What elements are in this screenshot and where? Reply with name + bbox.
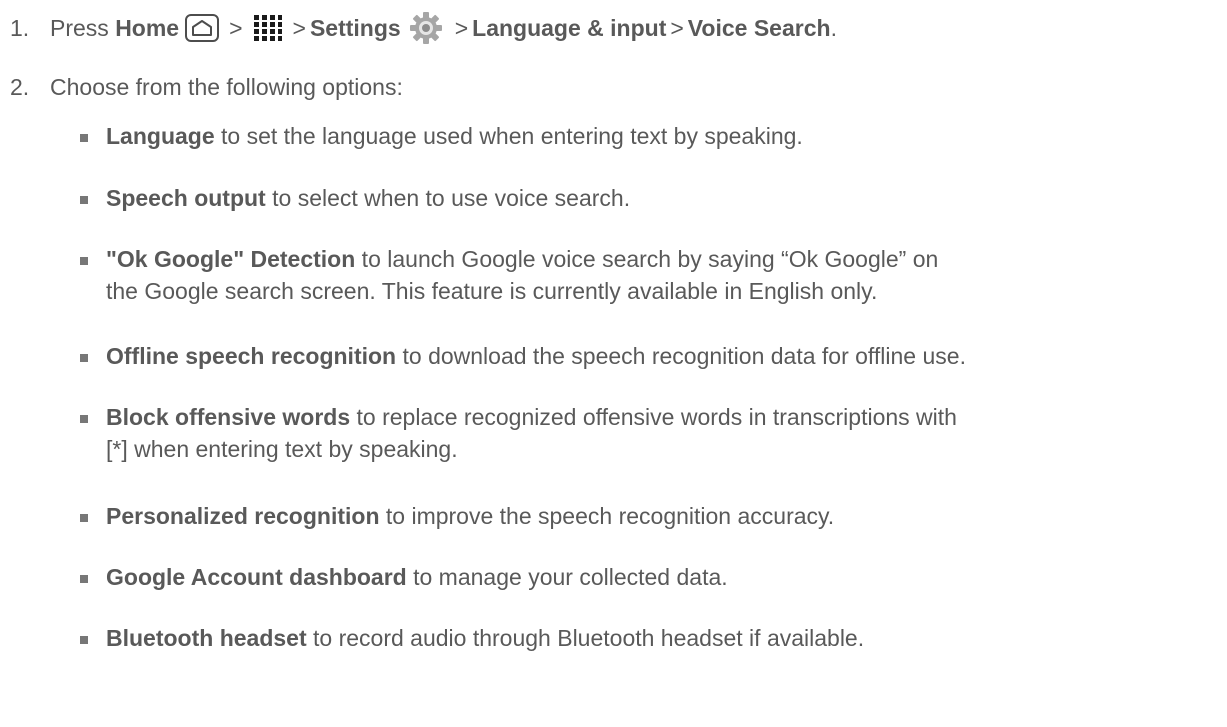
option-title: Personalized recognition [106, 503, 380, 529]
option-desc: to set the language used when entering t… [214, 123, 803, 149]
option-title: Bluetooth headset [106, 625, 307, 651]
apps-icon [253, 14, 283, 42]
option-desc: to select when to use voice search. [265, 185, 631, 211]
option-title: Google Account dashboard [106, 564, 407, 590]
option-title: "Ok Google" Detection [106, 246, 356, 272]
list-item: Google Account dashboard to manage your … [106, 561, 1216, 593]
separator: > [292, 15, 306, 41]
option-desc: to improve the speech recognition accura… [379, 503, 835, 529]
option-desc: to manage your collected data. [406, 564, 728, 590]
step-text-press: Press [50, 15, 109, 41]
list-item: "Ok Google" Detection to launch Google v… [106, 243, 1216, 307]
bullet-icon [80, 415, 88, 423]
option-desc: to record audio through Bluetooth headse… [306, 625, 865, 651]
list-item: Speech output to select when to use voic… [106, 182, 1216, 214]
step-2: 2. Choose from the following options: [0, 73, 403, 101]
option-title: Block offensive words [106, 404, 351, 430]
list-item: Personalized recognition to improve the … [106, 500, 1216, 532]
list-item: Offline speech recognition to download t… [106, 340, 1216, 372]
separator: > [229, 15, 243, 41]
separator: > [454, 15, 469, 41]
option-desc: to download the speech recognition data … [396, 343, 966, 369]
option-desc-cont: [*] when entering text by speaking. [106, 436, 458, 462]
voice-search-label: Voice Search [687, 15, 831, 41]
bullet-icon [80, 134, 88, 142]
list-item: Block offensive words to replace recogni… [106, 401, 1216, 465]
step-period: . [830, 15, 837, 41]
language-input-label: Language & input [472, 15, 667, 41]
settings-label: Settings [309, 15, 401, 41]
bullet-icon [80, 514, 88, 522]
option-desc: to replace recognized offensive words in… [350, 404, 957, 430]
document-page: 1. Press Home > > Settings > Language & … [0, 0, 1227, 727]
list-item: Bluetooth headset to record audio throug… [106, 622, 1216, 654]
option-desc: to launch Google voice search by saying … [355, 246, 939, 272]
step-1: 1. Press Home > > Settings > Language & … [0, 11, 837, 45]
step-number: 2. [10, 74, 30, 100]
option-title: Language [106, 123, 215, 149]
bullet-icon [80, 196, 88, 204]
bullet-icon [80, 575, 88, 583]
option-title: Speech output [106, 185, 266, 211]
separator: > [670, 15, 684, 41]
list-item: Language to set the language used when e… [106, 120, 1216, 152]
gear-icon [409, 11, 443, 45]
option-title: Offline speech recognition [106, 343, 397, 369]
bullet-icon [80, 257, 88, 265]
home-icon [185, 14, 220, 42]
bullet-icon [80, 354, 88, 362]
home-label: Home [115, 15, 180, 41]
bullet-icon [80, 636, 88, 644]
option-desc-cont: the Google search screen. This feature i… [106, 278, 878, 304]
step-number: 1. [10, 15, 30, 41]
step-text: Choose from the following options: [50, 74, 403, 100]
